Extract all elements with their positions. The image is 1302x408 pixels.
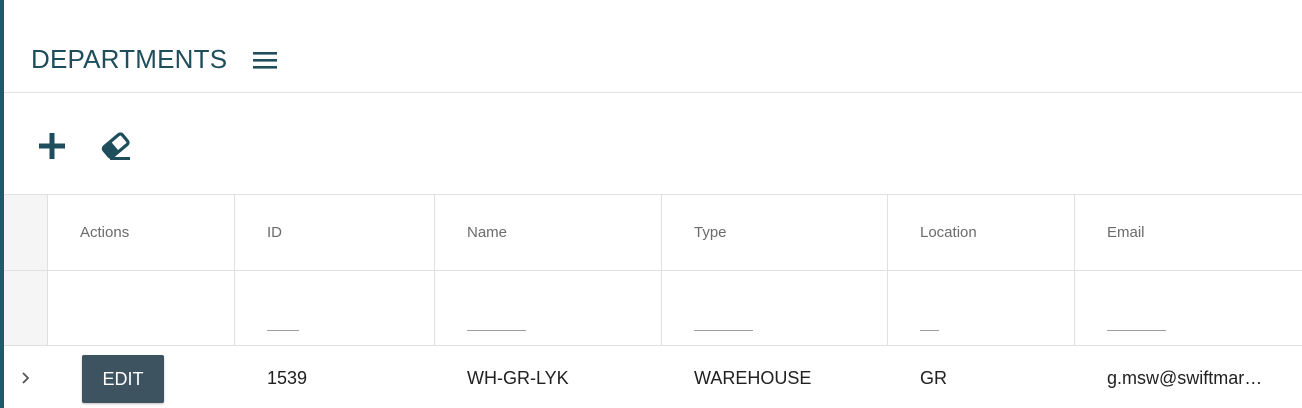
filter-email-input[interactable] <box>1075 271 1302 345</box>
grid-header-row: Actions ID Name Type Location Email <box>4 195 1302 271</box>
column-header-id[interactable]: ID <box>235 195 435 270</box>
type-cell: WAREHOUSE <box>662 346 888 408</box>
filter-underline <box>1107 330 1166 331</box>
clear-filters-button[interactable] <box>96 126 136 166</box>
departments-grid: Actions ID Name Type Location Email EDIT… <box>4 194 1302 408</box>
filter-underline <box>267 330 299 331</box>
column-header-name[interactable]: Name <box>435 195 662 270</box>
department-id: 1539 <box>267 368 308 388</box>
column-label: Actions <box>80 224 130 241</box>
grid-filter-row <box>4 271 1302 346</box>
location-cell: GR <box>888 346 1075 408</box>
column-header-email[interactable]: Email <box>1075 195 1302 270</box>
column-header-type[interactable]: Type <box>662 195 888 270</box>
column-label: Name <box>467 224 508 241</box>
filter-id-input[interactable] <box>235 271 435 345</box>
department-email: g.msw@swiftmar… <box>1107 368 1263 388</box>
column-label: Location <box>920 224 977 241</box>
add-button[interactable] <box>32 126 72 166</box>
row-selector-filter <box>4 271 48 345</box>
toolbar <box>4 93 1302 194</box>
plus-icon <box>39 133 65 159</box>
filter-location-input[interactable] <box>888 271 1075 345</box>
page-header: DEPARTMENTS <box>4 0 1302 93</box>
id-cell: 1539 <box>235 346 435 408</box>
filter-type-input[interactable] <box>662 271 888 345</box>
actions-cell: EDIT <box>48 346 235 408</box>
name-cell: WH-GR-LYK <box>435 346 662 408</box>
column-label: Type <box>694 224 727 241</box>
eraser-icon <box>101 132 130 160</box>
department-name: WH-GR-LYK <box>467 368 569 388</box>
row-selector-header <box>4 195 48 270</box>
department-type: WAREHOUSE <box>694 368 812 388</box>
table-row: EDIT 1539 WH-GR-LYK WAREHOUSE GR g.msw@s… <box>4 346 1302 408</box>
filter-name-input[interactable] <box>435 271 662 345</box>
column-header-location[interactable]: Location <box>888 195 1075 270</box>
page-title: DEPARTMENTS <box>31 44 228 74</box>
column-label: ID <box>267 224 282 241</box>
edit-button[interactable]: EDIT <box>82 355 164 403</box>
filter-underline <box>467 330 526 331</box>
hamburger-menu-icon[interactable] <box>251 50 279 72</box>
department-location: GR <box>920 368 947 388</box>
email-cell: g.msw@swiftmar… <box>1075 346 1302 408</box>
filter-cell-actions <box>48 271 235 345</box>
chevron-right-icon[interactable] <box>19 370 33 386</box>
column-header-actions[interactable]: Actions <box>48 195 235 270</box>
row-expander <box>4 346 48 408</box>
column-label: Email <box>1107 224 1145 241</box>
filter-underline <box>694 330 753 331</box>
filter-underline <box>920 330 939 331</box>
